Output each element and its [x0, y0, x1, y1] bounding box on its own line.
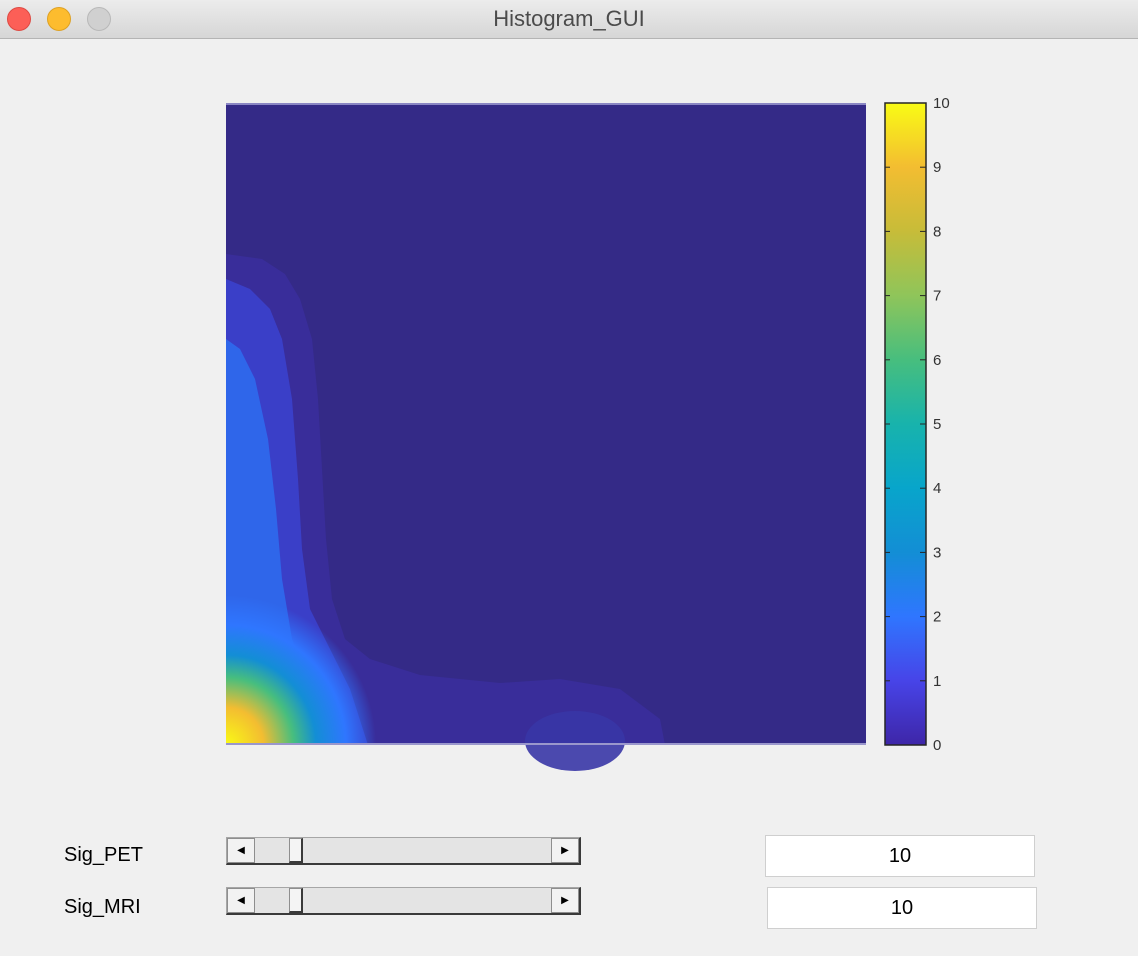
sig-pet-value-field[interactable]: 10: [765, 835, 1035, 877]
sig-pet-slider-thumb[interactable]: [288, 838, 303, 863]
colorbar-tick-label: 6: [933, 352, 941, 369]
heatmap-secondary-bump: [525, 711, 625, 771]
colorbar-tick-label: 4: [933, 480, 941, 497]
colorbar-tick-label: 8: [933, 223, 941, 240]
heatmap-hotspot: [226, 595, 376, 745]
heatmap-bottom-edge: [226, 743, 866, 745]
title-bar: Histogram_GUI: [0, 0, 1138, 39]
colorbar-tick-label: 5: [933, 416, 941, 433]
sig-mri-value-field[interactable]: 10: [767, 887, 1037, 929]
sig-mri-slider[interactable]: ◀ ▶: [226, 887, 581, 915]
sig-pet-slider[interactable]: ◀ ▶: [226, 837, 581, 865]
colorbar: [884, 102, 927, 746]
sig-pet-decrement-button[interactable]: ◀: [227, 838, 255, 863]
colorbar-tick-label: 0: [933, 737, 941, 754]
sig-mri-label: Sig_MRI: [64, 896, 141, 918]
colorbar-tick-label: 1: [933, 673, 941, 690]
colorbar-tick-label: 10: [933, 95, 950, 112]
window-title: Histogram_GUI: [493, 6, 645, 31]
sig-pet-label: Sig_PET: [64, 844, 143, 866]
sig-mri-slider-thumb[interactable]: [288, 888, 303, 913]
figure-panel: 0 1 2 3 4 5 6 7 8 9 10 Sig_PET ◀ ▶ 10 Sig_MRI ◀ ▶ …: [0, 39, 1138, 956]
colorbar-tick-label: 7: [933, 288, 941, 305]
sig-pet-increment-button[interactable]: ▶: [551, 838, 579, 863]
heatmap-plot: 0 1 2 3 4 5 6 7 8 9 10: [226, 95, 950, 771]
colorbar-tick-label: 3: [933, 544, 941, 561]
colorbar-tick-label: 2: [933, 609, 941, 626]
sig-mri-increment-button[interactable]: ▶: [551, 888, 579, 913]
sig-mri-decrement-button[interactable]: ◀: [227, 888, 255, 913]
colorbar-tick-label: 9: [933, 159, 941, 176]
